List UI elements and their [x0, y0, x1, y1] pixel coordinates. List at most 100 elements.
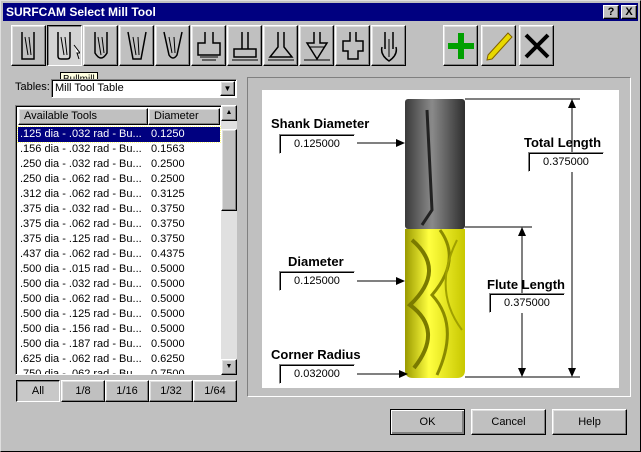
tool-name-cell: .500 dia - .156 rad - Bu...: [20, 323, 142, 335]
add-icon: [447, 32, 474, 59]
counterbore-button[interactable]: [335, 25, 370, 66]
dialog-window: SURFCAM Select Mill Tool ? X Tables: Mil…: [0, 0, 641, 452]
flatmill-button[interactable]: [11, 25, 46, 66]
taper-mill-icon: [126, 31, 147, 60]
face-mill-button[interactable]: [227, 25, 262, 66]
taper-ballmill-icon: [162, 31, 183, 59]
tool-name-cell: .375 dia - .125 rad - Bu...: [20, 233, 142, 245]
tool-name-cell: .250 dia - .062 rad - Bu...: [20, 173, 142, 185]
thread-mill-button[interactable]: [299, 25, 334, 66]
cancel-button[interactable]: Cancel: [471, 409, 546, 435]
table-row[interactable]: .500 dia - .032 rad - Bu... 0.5000: [18, 277, 220, 292]
table-row[interactable]: .375 dia - .032 rad - Bu... 0.3750: [18, 202, 220, 217]
table-row[interactable]: .156 dia - .032 rad - Bu... 0.1563: [18, 142, 220, 157]
table-row[interactable]: .500 dia - .125 rad - Bu... 0.5000: [18, 307, 220, 322]
corner-radius-label: Corner Radius: [271, 347, 361, 362]
slot-cutter-button[interactable]: [191, 25, 226, 66]
tool-name-cell: .500 dia - .032 rad - Bu...: [20, 278, 142, 290]
diameter-label: Diameter: [288, 254, 344, 269]
shank-diameter-label: Shank Diameter: [271, 116, 370, 131]
tool-diameter-cell: 0.2500: [151, 158, 185, 170]
ballmill-button[interactable]: [83, 25, 118, 66]
tool-name-cell: .156 dia - .032 rad - Bu...: [20, 143, 142, 155]
close-title-button[interactable]: X: [621, 5, 637, 19]
title-bar[interactable]: SURFCAM Select Mill Tool ? X: [3, 3, 638, 21]
taper-ballmill-button[interactable]: [155, 25, 190, 66]
tool-shank: [405, 99, 465, 229]
tool-diameter-cell: 0.5000: [151, 278, 185, 290]
thread-mill-icon: [303, 31, 330, 60]
diameter-field[interactable]: 0.125000: [279, 271, 355, 291]
tool-name-cell: .437 dia - .062 rad - Bu...: [20, 248, 142, 260]
tables-dropdown-value: Mill Tool Table: [55, 82, 124, 94]
dovetail-button[interactable]: [263, 25, 298, 66]
table-row[interactable]: .375 dia - .062 rad - Bu... 0.3750: [18, 217, 220, 232]
tool-list[interactable]: Available Tools Diameter .125 dia - .032…: [15, 105, 237, 375]
total-length-field[interactable]: 0.375000: [528, 152, 604, 172]
filter-1-16-button[interactable]: 1/16: [105, 380, 149, 402]
scroll-thumb[interactable]: [221, 129, 237, 211]
shank-diameter-field[interactable]: 0.125000: [279, 134, 355, 154]
add-tool-button[interactable]: [443, 25, 478, 66]
scroll-down-button[interactable]: ▼: [221, 359, 237, 375]
tool-diameter-cell: 0.5000: [151, 308, 185, 320]
table-row[interactable]: .437 dia - .062 rad - Bu... 0.4375: [18, 247, 220, 262]
flatmill-icon: [20, 31, 35, 60]
edit-pencil-icon: [485, 31, 513, 61]
table-row[interactable]: .125 dia - .032 rad - Bu... 0.1250: [17, 126, 221, 143]
column-header-tools[interactable]: Available Tools: [18, 108, 148, 125]
table-row[interactable]: .312 dia - .062 rad - Bu... 0.3125: [18, 187, 220, 202]
tables-dropdown[interactable]: Mill Tool Table ▼: [51, 79, 237, 98]
table-row[interactable]: .500 dia - .062 rad - Bu... 0.5000: [18, 292, 220, 307]
table-row[interactable]: .500 dia - .156 rad - Bu... 0.5000: [18, 322, 220, 337]
flute-length-field[interactable]: 0.375000: [489, 293, 565, 313]
help-button[interactable]: Help: [552, 409, 627, 435]
table-row[interactable]: .375 dia - .125 rad - Bu... 0.3750: [18, 232, 220, 247]
taper-mill-button[interactable]: [119, 25, 154, 66]
scroll-up-button[interactable]: ▲: [221, 105, 237, 121]
slot-cutter-icon: [196, 31, 221, 60]
tool-diameter-cell: 0.1250: [151, 128, 185, 140]
counterbore-icon: [341, 31, 364, 60]
tool-diameter-cell: 0.2500: [151, 173, 185, 185]
tool-name-cell: .625 dia - .062 rad - Bu...: [20, 353, 142, 365]
delete-tool-button[interactable]: [519, 25, 554, 66]
chevron-down-icon[interactable]: ▼: [220, 81, 235, 96]
table-row[interactable]: .500 dia - .187 rad - Bu... 0.5000: [18, 337, 220, 352]
bullmill-button[interactable]: [47, 25, 82, 66]
table-row[interactable]: .250 dia - .062 rad - Bu... 0.2500: [18, 172, 220, 187]
filter-all-button[interactable]: All: [16, 380, 60, 402]
dovetail-icon: [267, 31, 294, 60]
table-row[interactable]: .500 dia - .015 rad - Bu... 0.5000: [18, 262, 220, 277]
tool-name-cell: .312 dia - .062 rad - Bu...: [20, 188, 142, 200]
drill-button[interactable]: [371, 25, 406, 66]
help-title-button[interactable]: ?: [603, 5, 619, 19]
tool-diameter-cell: 0.3125: [151, 188, 185, 200]
ok-button[interactable]: OK: [390, 409, 465, 435]
tool-name-cell: .750 dia - .062 rad - Bu...: [20, 368, 142, 375]
column-header-diameter[interactable]: Diameter: [148, 108, 220, 125]
filter-1-8-button[interactable]: 1/8: [61, 380, 105, 402]
filter-1-32-button[interactable]: 1/32: [149, 380, 193, 402]
tool-name-cell: .500 dia - .187 rad - Bu...: [20, 338, 142, 350]
tool-diameter-cell: 0.5000: [151, 338, 185, 350]
total-length-label: Total Length: [524, 135, 602, 150]
table-row[interactable]: .750 dia - .062 rad - Bu... 0.7500: [18, 367, 220, 375]
ballmill-icon: [93, 31, 108, 59]
corner-radius-field[interactable]: 0.032000: [279, 364, 355, 384]
filter-1-64-button[interactable]: 1/64: [193, 380, 237, 402]
tool-name-cell: .375 dia - .062 rad - Bu...: [20, 218, 142, 230]
tool-name-cell: .375 dia - .032 rad - Bu...: [20, 203, 142, 215]
tool-name-cell: .250 dia - .032 rad - Bu...: [20, 158, 142, 170]
window-title: SURFCAM Select Mill Tool: [6, 5, 156, 19]
edit-tool-button[interactable]: [481, 25, 516, 66]
drill-icon: [380, 31, 397, 62]
tool-list-scrollbar[interactable]: ▲ ▼: [221, 105, 237, 375]
flute-length-label: Flute Length: [487, 277, 565, 292]
table-row[interactable]: .250 dia - .032 rad - Bu... 0.2500: [18, 157, 220, 172]
tool-name-cell: .125 dia - .032 rad - Bu...: [20, 128, 142, 140]
tool-diameter-cell: 0.4375: [151, 248, 185, 260]
tool-diagram: Shank Diameter 0.125000 Diameter 0.12500…: [262, 90, 619, 388]
table-row[interactable]: .625 dia - .062 rad - Bu... 0.6250: [18, 352, 220, 367]
tool-diameter-cell: 0.5000: [151, 323, 185, 335]
